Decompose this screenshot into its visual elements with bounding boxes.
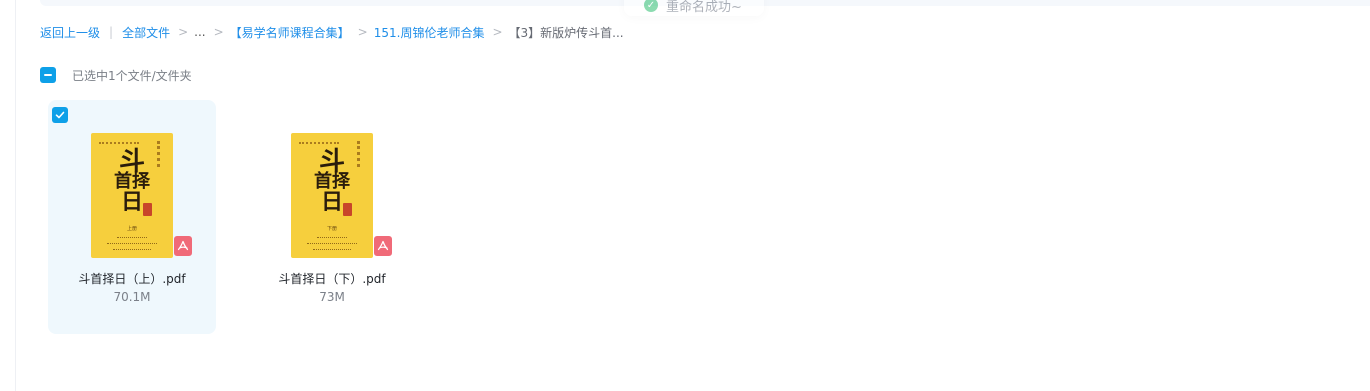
- chevron-right-icon: >: [492, 25, 503, 39]
- check-circle-icon: ✓: [644, 0, 658, 12]
- rename-success-toast: ✓ 重命名成功~: [624, 0, 764, 16]
- chevron-right-icon: >: [178, 25, 189, 39]
- file-card[interactable]: 斗 首择 日 上册 斗首择日（上）.pdf 70.1M: [48, 100, 216, 334]
- selection-count-text: 已选中1个文件/文件夹: [72, 68, 192, 83]
- file-thumbnail: 斗 首择 日 下册: [291, 133, 373, 258]
- check-icon: [55, 111, 65, 119]
- file-size: 70.1M: [113, 290, 151, 304]
- file-name[interactable]: 斗首择日（下）.pdf: [248, 270, 416, 287]
- crumb-all-files[interactable]: 全部文件: [122, 24, 170, 41]
- file-name[interactable]: 斗首择日（上）.pdf: [48, 270, 216, 287]
- left-divider: [15, 0, 16, 391]
- chevron-right-icon: >: [213, 25, 224, 39]
- cover-title: 斗 首择 日: [114, 147, 150, 215]
- crumb-level-2[interactable]: 151.周锦伦老师合集: [374, 24, 485, 41]
- select-all-checkbox[interactable]: [40, 67, 56, 83]
- cover-volume: 下册: [326, 226, 337, 232]
- file-thumbnail: 斗 首择 日 上册: [91, 133, 173, 258]
- crumb-level-1[interactable]: 【易学名师课程合集】: [230, 24, 350, 41]
- cover-title: 斗 首择 日: [314, 147, 350, 215]
- breadcrumb-divider: |: [109, 25, 114, 39]
- crumb-ellipsis[interactable]: ...: [194, 25, 205, 39]
- selection-bar: 已选中1个文件/文件夹: [40, 66, 192, 84]
- cover-volume: 上册: [126, 226, 137, 232]
- chevron-right-icon: >: [357, 25, 368, 39]
- file-browser-page: ✓ 重命名成功~ 返回上一级 | 全部文件 > ... > 【易学名师课程合集】…: [0, 0, 1370, 391]
- file-size: 73M: [319, 290, 345, 304]
- back-link[interactable]: 返回上一级: [40, 24, 100, 41]
- file-card[interactable]: 斗 首择 日 下册 斗首择日（下）.pdf 73M: [248, 100, 416, 334]
- pdf-icon: [174, 236, 192, 256]
- toast-text: 重命名成功~: [666, 0, 742, 15]
- cover-seal: [343, 203, 352, 216]
- file-checkbox[interactable]: [52, 107, 68, 123]
- cover-seal: [143, 203, 152, 216]
- crumb-current: 【3】新版炉传斗首...: [508, 25, 624, 40]
- breadcrumb: 返回上一级 | 全部文件 > ... > 【易学名师课程合集】 > 151.周锦…: [40, 22, 624, 42]
- minus-icon: [44, 74, 52, 76]
- pdf-icon: [374, 236, 392, 256]
